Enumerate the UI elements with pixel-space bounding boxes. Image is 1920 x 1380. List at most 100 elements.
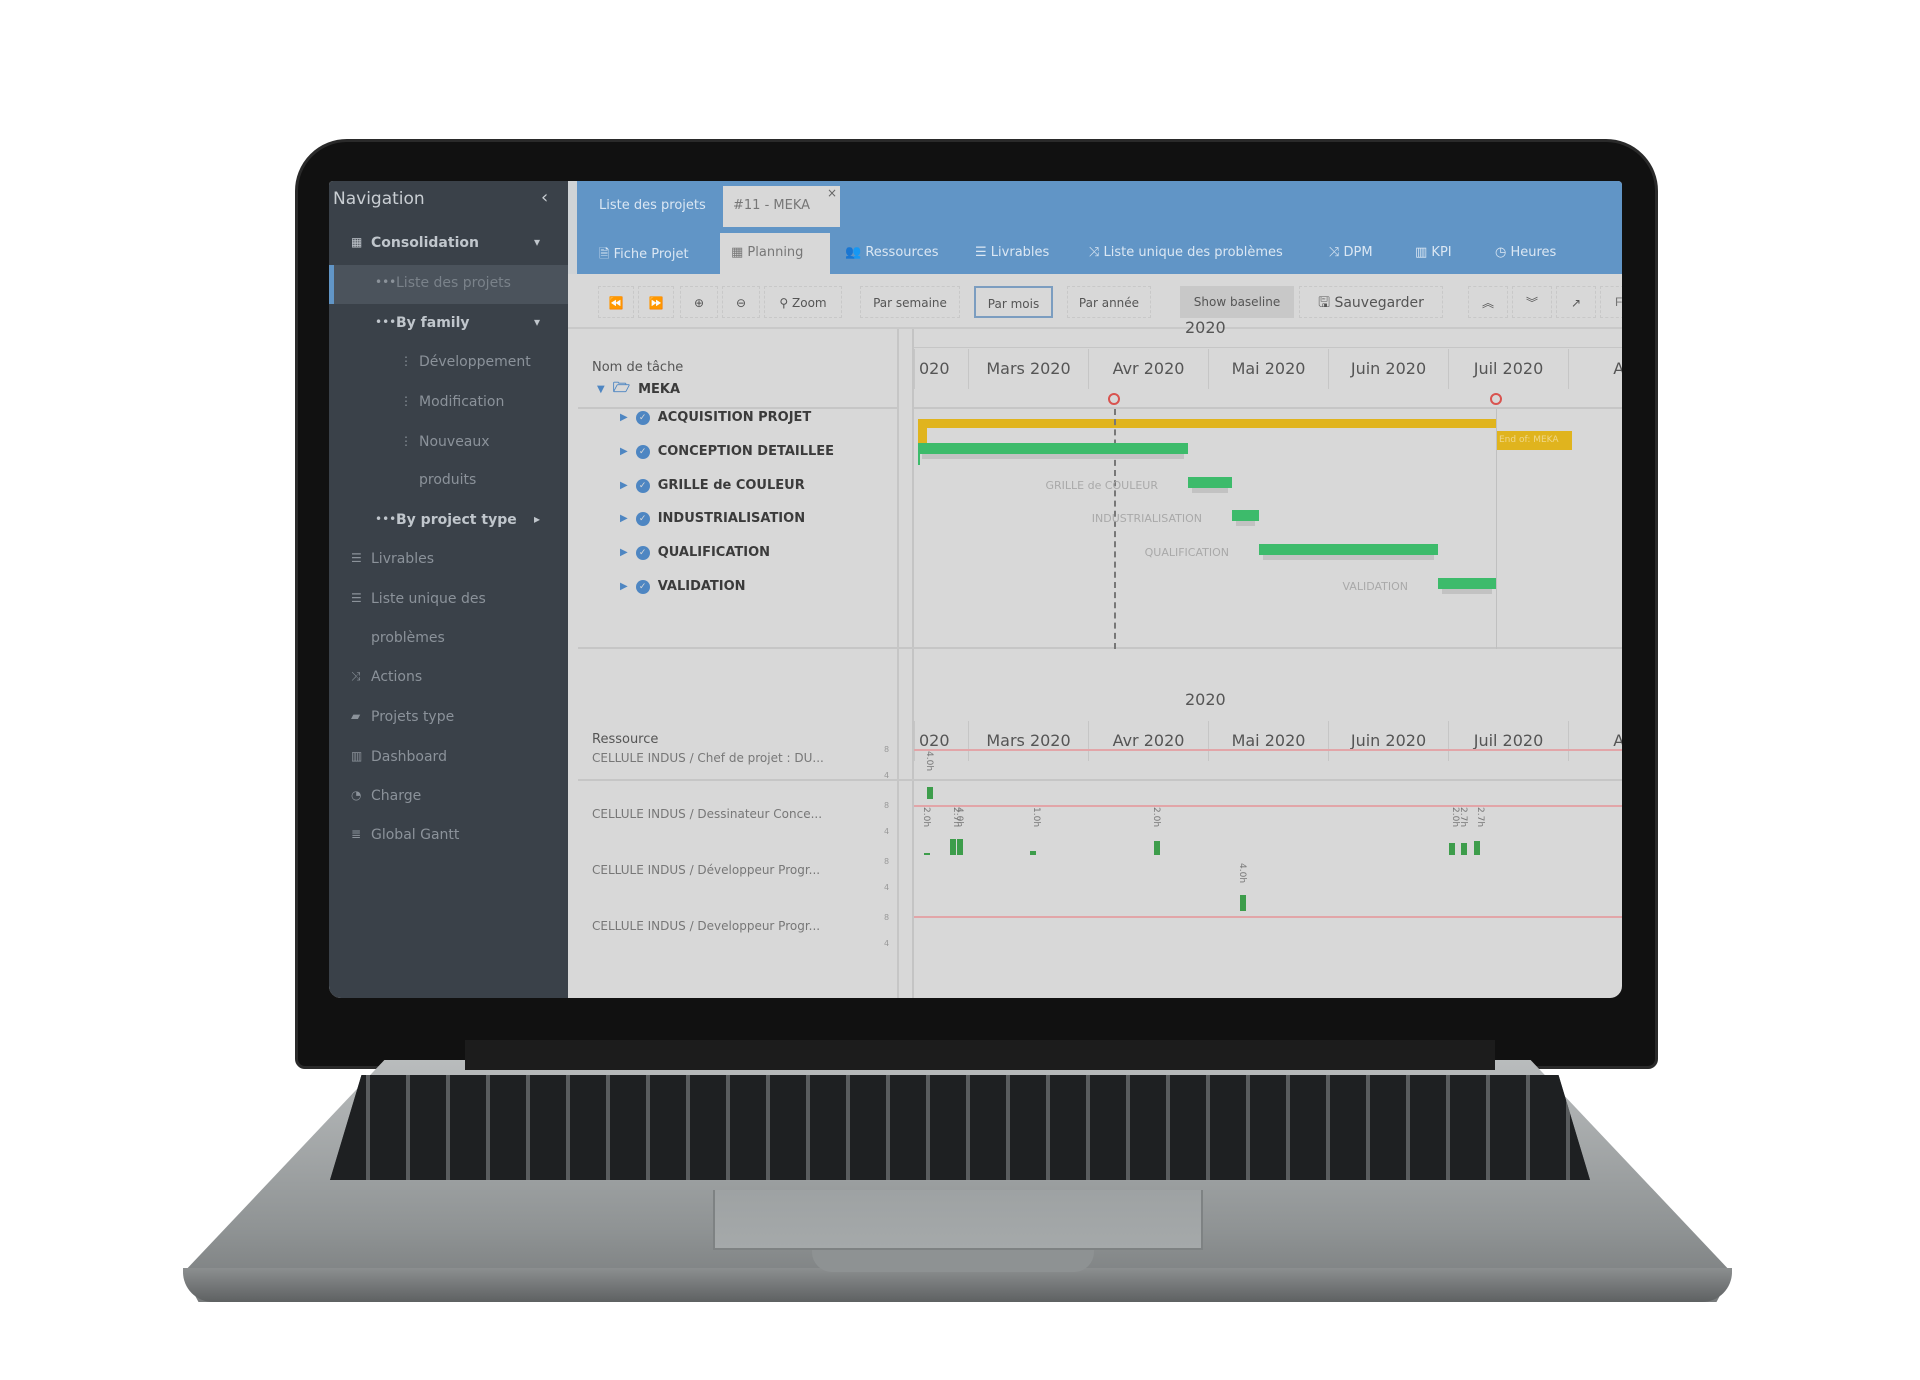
tab-liste-unique-des-probl-mes[interactable]: ⤨ Liste unique des problèmes bbox=[1089, 245, 1283, 260]
screen: Navigation ‹ ▦ Consolidation ▾ ••• Liste des… bbox=[329, 181, 1622, 998]
expand-caret-icon[interactable]: ▶ bbox=[620, 480, 628, 491]
task-bar-label: GRILLE de COULEUR bbox=[1045, 479, 1158, 492]
tab-planning[interactable]: ▦ Planning bbox=[731, 245, 803, 260]
expand-caret-icon[interactable]: ▶ bbox=[620, 513, 628, 524]
month-header: Avr 2020 bbox=[1088, 349, 1208, 389]
section-divider bbox=[578, 647, 1622, 649]
gantt-area: Nom de tâche 2020 Ressource 2020 020 Mars… bbox=[329, 181, 1622, 998]
expand-caret-icon[interactable]: ▶ bbox=[620, 446, 628, 457]
marker-icon[interactable] bbox=[1490, 393, 1502, 405]
axis-tick: 8 bbox=[884, 857, 890, 866]
laptop-hinge bbox=[465, 1040, 1495, 1070]
project-end-line bbox=[1496, 409, 1497, 649]
month-header: Aoû bbox=[1568, 349, 1622, 389]
task-bar-label: INDUSTRIALISATION bbox=[1091, 512, 1202, 525]
task-bar[interactable] bbox=[918, 443, 1188, 459]
axis-tick: 4 bbox=[884, 771, 890, 780]
load-bar[interactable] bbox=[1449, 843, 1455, 855]
expand-caret-icon[interactable]: ▼ bbox=[597, 384, 605, 395]
expand-caret-icon[interactable]: ▶ bbox=[620, 547, 628, 558]
milestone-bar bbox=[918, 453, 920, 465]
divider bbox=[578, 407, 899, 409]
load-label: 1.0h bbox=[1031, 807, 1041, 828]
resource-row[interactable]: CELLULE INDUS / Développeur Progr... bbox=[592, 863, 820, 877]
month-header: Mai 2020 bbox=[1208, 721, 1328, 761]
load-bar[interactable] bbox=[950, 839, 956, 855]
tree-row[interactable]: ▶ ✓ QUALIFICATION bbox=[620, 545, 770, 560]
load-label: 4.0h bbox=[924, 751, 934, 772]
load-bar[interactable] bbox=[1474, 841, 1480, 855]
axis-tick: 8 bbox=[884, 745, 890, 754]
task-bar-label: QUALIFICATION bbox=[1144, 546, 1229, 559]
load-bar[interactable] bbox=[957, 839, 963, 855]
divider bbox=[578, 779, 1622, 781]
tab-kpi[interactable]: ▥ KPI bbox=[1415, 245, 1452, 260]
month-header: 020 bbox=[914, 349, 968, 389]
calendar-icon: ▦ bbox=[731, 245, 748, 260]
shuffle-icon: ⤨ bbox=[1089, 245, 1104, 260]
tree-row[interactable]: ▶ ✓ VALIDATION bbox=[620, 579, 746, 594]
resource-row[interactable]: CELLULE INDUS / Chef de projet : DU... bbox=[592, 751, 824, 765]
axis-tick: 4 bbox=[884, 883, 890, 892]
year-label: 2020 bbox=[1185, 318, 1226, 337]
task-bar[interactable] bbox=[1438, 578, 1496, 594]
expand-caret-icon[interactable]: ▶ bbox=[620, 412, 628, 423]
tab-label: Planning bbox=[747, 245, 804, 260]
tab-meka[interactable]: #11 - MEKA × bbox=[723, 186, 840, 227]
month-header: Juil 2020 bbox=[1448, 349, 1568, 389]
task-name-header: Nom de tâche bbox=[592, 360, 684, 375]
month-header: 020 bbox=[914, 721, 968, 761]
shuffle-icon: ⤨ bbox=[1329, 245, 1344, 260]
laptop-notch bbox=[812, 1250, 1094, 1272]
laptop-base-edge bbox=[183, 1268, 1732, 1302]
tree-row[interactable]: ▶ ✓ ACQUISITION PROJET bbox=[620, 410, 811, 425]
tab-liste-des-projets[interactable]: Liste des projets bbox=[599, 198, 706, 213]
tree-row[interactable]: ▶ ✓ INDUSTRIALISATION bbox=[620, 511, 805, 526]
close-icon[interactable]: × bbox=[827, 186, 837, 200]
task-bar[interactable] bbox=[1259, 544, 1438, 560]
task-name: VALIDATION bbox=[657, 579, 746, 594]
load-bar[interactable] bbox=[924, 853, 930, 855]
task-bar[interactable] bbox=[1188, 477, 1232, 493]
keyboard bbox=[330, 1075, 1590, 1180]
trackpad bbox=[713, 1190, 1203, 1250]
tree-row-meka[interactable]: ▼ 🗁 MEKA bbox=[597, 377, 680, 401]
tab-livrables[interactable]: ☰ Livrables bbox=[975, 245, 1049, 260]
resource-header: Ressource bbox=[592, 732, 659, 747]
tab-label: #11 - MEKA bbox=[733, 198, 811, 213]
tab-heures[interactable]: ◷ Heures bbox=[1495, 245, 1556, 260]
tab-dpm[interactable]: ⤨ DPM bbox=[1329, 245, 1373, 260]
tab-label: DPM bbox=[1343, 245, 1373, 260]
task-bar[interactable] bbox=[1232, 510, 1259, 526]
document-icon: 🗎 bbox=[599, 247, 614, 262]
project-bar[interactable] bbox=[918, 419, 1496, 428]
resource-row[interactable]: CELLULE INDUS / Developpeur Progr... bbox=[592, 919, 820, 933]
grid-divider[interactable] bbox=[912, 329, 914, 998]
axis-tick: 8 bbox=[884, 801, 890, 810]
resource-row[interactable]: CELLULE INDUS / Dessinateur Conce... bbox=[592, 807, 822, 821]
tree-row[interactable]: ▶ ✓ GRILLE de COULEUR bbox=[620, 478, 805, 493]
month-header: Mai 2020 bbox=[1208, 349, 1328, 389]
tab-fiche-projet[interactable]: 🗎 Fiche Projet bbox=[599, 245, 689, 267]
axis-tick: 4 bbox=[884, 827, 890, 836]
load-bar[interactable] bbox=[1461, 843, 1467, 855]
check-circle-icon: ✓ bbox=[635, 410, 650, 425]
tab-ressources[interactable]: 👥 Ressources bbox=[845, 245, 939, 260]
tab-label: Ressources bbox=[865, 245, 939, 260]
month-header: Juin 2020 bbox=[1328, 721, 1448, 761]
tab-label: Fiche Projet bbox=[613, 247, 689, 262]
load-label: 2.0h bbox=[1151, 807, 1161, 828]
load-bar[interactable] bbox=[1154, 841, 1160, 855]
load-label: 4.0h bbox=[954, 807, 964, 828]
month-header: Avr 2020 bbox=[1088, 721, 1208, 761]
expand-caret-icon[interactable]: ▶ bbox=[620, 581, 628, 592]
marker-icon[interactable] bbox=[1108, 393, 1120, 405]
tree-row[interactable]: ▶ ✓ CONCEPTION DETAILLEE bbox=[620, 444, 834, 459]
month-header: Aoû bbox=[1568, 721, 1622, 761]
load-bar[interactable] bbox=[1030, 851, 1036, 855]
load-bar[interactable] bbox=[1240, 895, 1246, 911]
month-header: Juil 2020 bbox=[1448, 721, 1568, 761]
load-bar[interactable] bbox=[927, 787, 933, 799]
users-icon: 👥 bbox=[845, 245, 866, 260]
capacity-line bbox=[914, 749, 1622, 751]
